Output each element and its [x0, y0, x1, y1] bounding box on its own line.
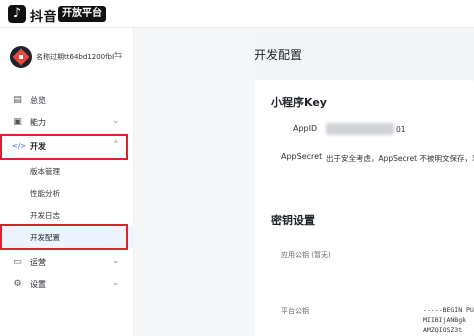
- capability-icon: ▣: [13, 117, 22, 127]
- sidebar-item-label: 能力: [30, 118, 46, 127]
- mini-program-key-card: 小程序Key AppID 01 AppSecret 出于安全考虑，AppSecr…: [255, 80, 474, 216]
- douyin-logo-icon[interactable]: ♪: [8, 5, 26, 23]
- sidebar-subitem-devlog[interactable]: 开发日志: [0, 204, 134, 226]
- sidebar: 名称过期tt64bd1200fb8... ⇆ ▤ 总览 ▣ 能力 ⌄ </> 开…: [0, 28, 134, 336]
- appsecret-label: AppSecret: [281, 152, 323, 161]
- swap-icon[interactable]: ⇆: [114, 50, 122, 61]
- platform-public-key-label: 平台公钥: [281, 307, 309, 315]
- sidebar-item-capability[interactable]: ▣ 能力 ⌄: [0, 112, 134, 134]
- card-title: 密钥设置: [271, 214, 315, 227]
- card-title: 小程序Key: [271, 96, 327, 109]
- sidebar-item-label: 设置: [30, 280, 46, 289]
- sidebar-subitem-label: 性能分析: [30, 189, 60, 198]
- app-public-key-label: 应用公钥 (暂无): [281, 251, 331, 259]
- settings-icon: ⚙: [13, 279, 22, 289]
- sidebar-item-label: 运营: [30, 258, 46, 267]
- brand-name: 抖音: [30, 10, 58, 25]
- key-settings-card: 密钥设置 应用公钥 (暂无) 平台公钥 -----BEGIN PU MIIBIj…: [255, 198, 474, 336]
- highlight-develop: [0, 134, 128, 160]
- sidebar-subitem-version[interactable]: 版本管理: [0, 160, 134, 182]
- platform-key-line: AMZQIOSZ3t: [423, 326, 463, 334]
- chevron-down-icon: ⌄: [112, 278, 120, 288]
- appid-redacted: [326, 123, 394, 135]
- operation-icon: ▭: [13, 257, 22, 267]
- platform-key-line: -----BEGIN PU: [423, 306, 474, 314]
- chevron-down-icon: ⌄: [112, 116, 120, 126]
- appid-value[interactable]: 01: [396, 125, 406, 134]
- app-name: 名称过期tt64bd1200fb8...: [36, 53, 114, 61]
- sidebar-item-settings[interactable]: ⚙ 设置 ⌄: [0, 274, 134, 296]
- sidebar-subitem-performance[interactable]: 性能分析: [0, 182, 134, 204]
- platform-key-line: MIIBIjANBgk: [423, 316, 467, 324]
- chevron-down-icon: ⌄: [112, 256, 120, 266]
- sidebar-subitem-label: 开发日志: [30, 211, 60, 220]
- main-gutter: [134, 28, 255, 336]
- sidebar-item-overview[interactable]: ▤ 总览: [0, 90, 134, 112]
- page-title: 开发配置: [254, 48, 303, 62]
- app-switcher[interactable]: 名称过期tt64bd1200fb8... ⇆: [0, 42, 134, 74]
- highlight-devconfig: [0, 224, 128, 250]
- dashboard-icon: ▤: [13, 95, 22, 105]
- sidebar-item-operation[interactable]: ▭ 运营 ⌄: [0, 252, 134, 274]
- appsecret-notice: 出于安全考虑，AppSecret 不被明文保存，忘记: [326, 154, 474, 163]
- sidebar-subitem-label: 版本管理: [30, 167, 60, 176]
- appid-label: AppID: [293, 124, 318, 133]
- sidebar-item-label: 总览: [30, 96, 46, 105]
- app-avatar: [10, 46, 32, 68]
- top-bar: ♪ 抖音 开放平台: [0, 0, 474, 28]
- platform-badge: 开放平台: [58, 6, 106, 22]
